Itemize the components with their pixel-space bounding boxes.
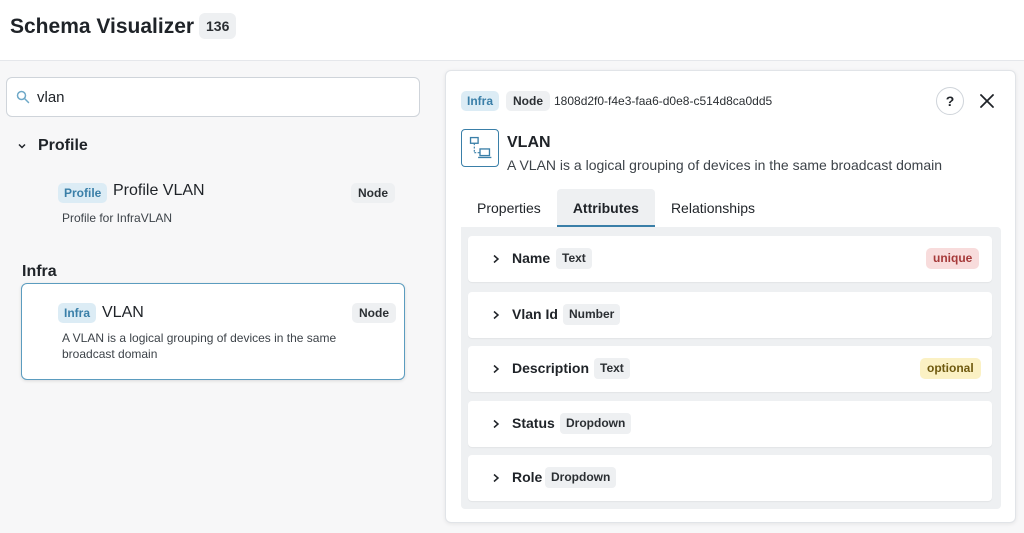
chevron-right-icon (493, 419, 500, 429)
attribute-row-name[interactable]: Name Text unique (468, 236, 992, 282)
attribute-row-role[interactable]: Role Dropdown (468, 455, 992, 501)
namespace-badge: Infra (58, 303, 97, 323)
attribute-name: Status (512, 415, 555, 431)
chevron-right-icon (493, 310, 500, 320)
detail-title: VLAN (507, 134, 551, 151)
tab-attributes[interactable]: Attributes (556, 189, 655, 227)
unique-badge: unique (926, 248, 980, 269)
attribute-name: Description (512, 360, 590, 376)
attribute-type-badge: Number (563, 304, 621, 325)
item-name: VLAN (102, 304, 144, 321)
close-icon[interactable] (977, 91, 997, 111)
help-icon: ? (945, 93, 955, 109)
search-icon (16, 90, 30, 104)
detail-tabs: Properties Attributes Relationships (461, 189, 771, 227)
attribute-type-badge: Text (556, 248, 592, 269)
detail-namespace-badge: Infra (461, 91, 500, 111)
schema-count-badge: 136 (199, 13, 237, 39)
item-description: A VLAN is a logical grouping of devices … (62, 331, 337, 361)
attribute-name: Name (512, 250, 551, 266)
kind-badge: Node (352, 303, 396, 323)
attribute-row-status[interactable]: Status Dropdown (468, 401, 992, 447)
schema-node-icon-box (461, 129, 499, 167)
namespace-badge: Profile (58, 183, 108, 203)
search-input[interactable] (37, 86, 407, 108)
attribute-name: Role (512, 469, 543, 485)
attribute-row-description[interactable]: Description Text optional (468, 346, 992, 392)
schema-list-pane: Profile Profile Profile VLAN Node Profil… (0, 61, 436, 533)
item-name: Profile VLAN (113, 182, 205, 199)
group-label: Profile (38, 137, 88, 154)
app-title: Schema Visualizer (10, 15, 195, 38)
tab-relationships[interactable]: Relationships (655, 189, 771, 227)
tab-properties[interactable]: Properties (461, 189, 557, 227)
kind-badge: Node (351, 183, 395, 203)
schema-id: 1808d2f0-f4e3-faa6-d0e8-c514d8ca0dd5 (554, 94, 773, 108)
optional-badge: optional (920, 358, 981, 379)
group-label-infra: Infra (22, 263, 57, 280)
detail-description: A VLAN is a logical grouping of devices … (507, 157, 943, 173)
schema-list-item-vlan[interactable]: Infra VLAN Node A VLAN is a logical grou… (21, 283, 405, 380)
search-box[interactable] (6, 77, 420, 117)
schema-node-icon (469, 136, 492, 159)
chevron-right-icon (493, 473, 500, 483)
top-bar: Schema Visualizer 136 (0, 0, 1024, 61)
schema-detail-panel: Infra Node 1808d2f0-f4e3-faa6-d0e8-c514d… (445, 70, 1016, 523)
attribute-type-badge: Text (594, 358, 630, 379)
attribute-type-badge: Dropdown (560, 413, 632, 434)
detail-kind-badge: Node (506, 91, 550, 111)
item-description: Profile for InfraVLAN (62, 211, 173, 225)
attributes-list: Name Text unique Vlan Id Number Descript… (461, 227, 1001, 509)
help-button[interactable]: ? (936, 87, 964, 115)
chevron-right-icon (493, 364, 500, 374)
group-header-profile[interactable]: Profile (17, 136, 88, 156)
chevron-right-icon (493, 254, 500, 264)
attribute-type-badge: Dropdown (545, 467, 617, 488)
chevron-down-icon (18, 143, 26, 149)
attribute-row-vlan-id[interactable]: Vlan Id Number (468, 292, 992, 338)
schema-list-item-profile-vlan[interactable]: Profile Profile VLAN Node Profile for In… (48, 173, 408, 235)
attribute-name: Vlan Id (512, 306, 558, 322)
